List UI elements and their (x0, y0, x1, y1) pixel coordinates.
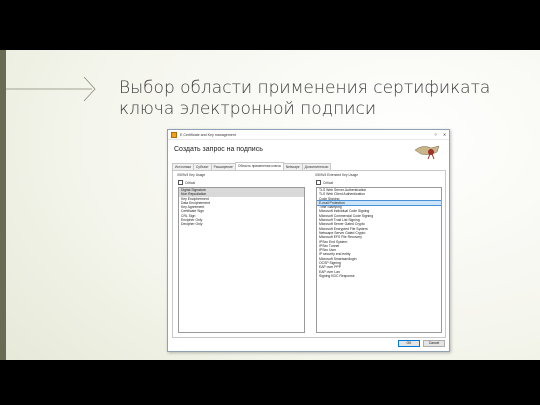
window-title: E Certificate and Key management (180, 132, 236, 137)
dialog-header: Создать запрос на подпись (168, 140, 449, 161)
bottom-black-bar (0, 360, 540, 405)
extended-key-usage-critical-row[interactable]: Critical (316, 180, 333, 185)
key-usage-critical-checkbox[interactable] (178, 180, 183, 185)
close-icon[interactable]: ✕ (440, 132, 449, 137)
list-item[interactable]: Signing KDC Response (317, 274, 441, 278)
extended-key-usage-list[interactable]: TLS Web Server Authentication TLS Web Cli… (316, 187, 442, 333)
tab-key-usage[interactable]: Область применения ключа (234, 162, 284, 170)
certificate-request-dialog: E Certificate and Key management ? ✕ Соз… (167, 129, 450, 352)
dialog-header-title: Создать запрос на подпись (174, 146, 263, 153)
tab-netscape[interactable]: Netscape (282, 163, 303, 170)
extended-key-usage-critical-label: Critical (323, 180, 334, 185)
decorative-arrow-icon (6, 76, 96, 102)
extended-key-usage-group-label: X509v3 Extended Key Usage (315, 173, 359, 177)
key-usage-critical-label: Critical (185, 180, 196, 185)
app-icon (171, 131, 177, 138)
tab-extensions[interactable]: Расширение (210, 163, 236, 170)
tab-subject[interactable]: Субъект (192, 163, 212, 170)
key-usage-critical-row[interactable]: Critical (178, 180, 195, 185)
tab-sources[interactable]: Источники (172, 163, 194, 170)
ok-button[interactable]: OK (398, 340, 420, 347)
tab-advanced[interactable]: Дополнительно (301, 163, 332, 170)
cancel-button[interactable]: Cancel (423, 340, 445, 347)
extended-key-usage-critical-checkbox[interactable] (316, 180, 321, 185)
key-usage-group-label: X509v3 Key Usage (177, 173, 206, 177)
key-usage-list[interactable]: Digital Signature Non Repudiation Key Enci… (178, 187, 305, 333)
slide-title-line-1: Выбор области применения сертификата (119, 78, 491, 98)
dialog-titlebar: E Certificate and Key management ? ✕ (168, 130, 449, 140)
slide-title-line-2: ключа электронной подписи (119, 99, 377, 119)
key-usage-panel: X509v3 Key Usage Critical Digital Signat… (172, 170, 446, 338)
list-item[interactable]: Decipher Only (179, 222, 304, 226)
top-black-bar (0, 0, 540, 50)
slide-title: Выбор области применения сертификата клю… (119, 78, 519, 120)
help-icon[interactable]: ? (431, 132, 440, 137)
certificate-seal-icon (414, 145, 440, 160)
